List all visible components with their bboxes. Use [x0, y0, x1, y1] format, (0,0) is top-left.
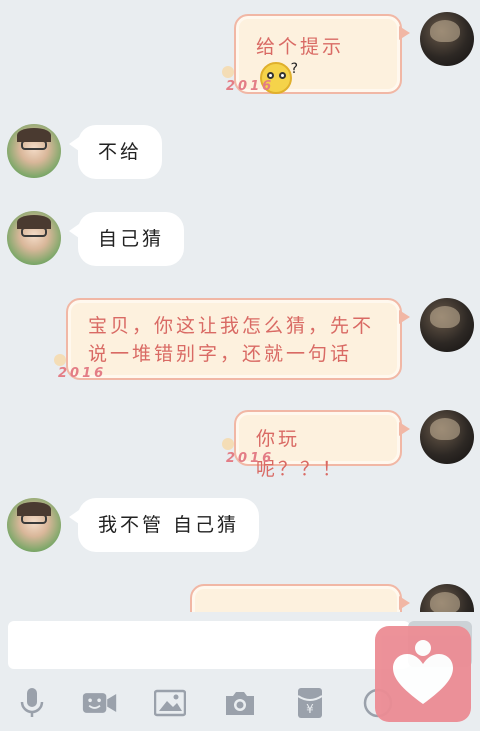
message-row-partial — [0, 584, 480, 612]
contact-avatar[interactable] — [7, 124, 61, 178]
message-row: 自己猜 — [0, 211, 480, 271]
message-text: 自己猜 — [98, 228, 165, 250]
my-avatar[interactable] — [420, 410, 474, 464]
message-bubble-sent[interactable]: 宝贝，你这让我怎么猜，先不 说一堆错别字，还就一句话 2016 — [53, 298, 410, 381]
contact-avatar[interactable] — [7, 498, 61, 552]
my-avatar[interactable] — [420, 12, 474, 66]
my-avatar[interactable] — [420, 584, 474, 612]
message-bubble-received[interactable]: 我不管 自己猜 — [68, 498, 260, 552]
contact-avatar[interactable] — [7, 211, 61, 265]
heart-icon — [393, 640, 453, 704]
camera-icon[interactable] — [222, 686, 258, 720]
my-avatar[interactable] — [420, 298, 474, 352]
favorite-heart-button[interactable] — [375, 626, 471, 722]
message-row: 我不管 自己猜 — [0, 498, 480, 558]
question-mark-icon: ? — [290, 61, 298, 77]
bubble-stamp: 2016 — [221, 66, 274, 102]
message-text: 给个提示 — [256, 36, 345, 58]
message-row: 不给 — [0, 124, 480, 184]
message-bubble-received[interactable]: 不给 — [68, 125, 163, 179]
message-text: 我不管 自己猜 — [98, 514, 240, 536]
chat-area[interactable]: 给个提示 ? 2016 不给 自己猜 宝贝，你这让我怎么猜，先不 说一堆错别字，… — [0, 0, 480, 612]
message-bubble-sent[interactable] — [190, 584, 410, 612]
bubble-stamp: 2016 — [221, 438, 274, 474]
bubble-stamp: 2016 — [53, 354, 106, 388]
message-text-line: 说一堆错别字，还就一句话 — [88, 343, 353, 365]
message-bubble-received[interactable]: 自己猜 — [68, 212, 185, 266]
svg-text:¥: ¥ — [306, 702, 314, 716]
image-icon[interactable] — [152, 686, 188, 720]
message-row: 给个提示 ? 2016 — [0, 12, 480, 96]
message-text-line: 宝贝，你这让我怎么猜，先不 — [88, 315, 375, 337]
red-packet-icon[interactable]: ¥ — [292, 686, 328, 720]
message-bubble-sent[interactable]: 你玩呢？？！ 2016 — [221, 410, 410, 480]
message-input[interactable] — [8, 621, 410, 669]
microphone-icon[interactable] — [14, 686, 50, 720]
message-bubble-sent[interactable]: 给个提示 ? 2016 — [221, 14, 410, 94]
message-row: 宝贝，你这让我怎么猜，先不 说一堆错别字，还就一句话 2016 — [0, 298, 480, 384]
message-text: 不给 — [98, 141, 143, 163]
message-row: 你玩呢？？！ 2016 — [0, 410, 480, 480]
video-chat-icon[interactable] — [82, 686, 118, 720]
